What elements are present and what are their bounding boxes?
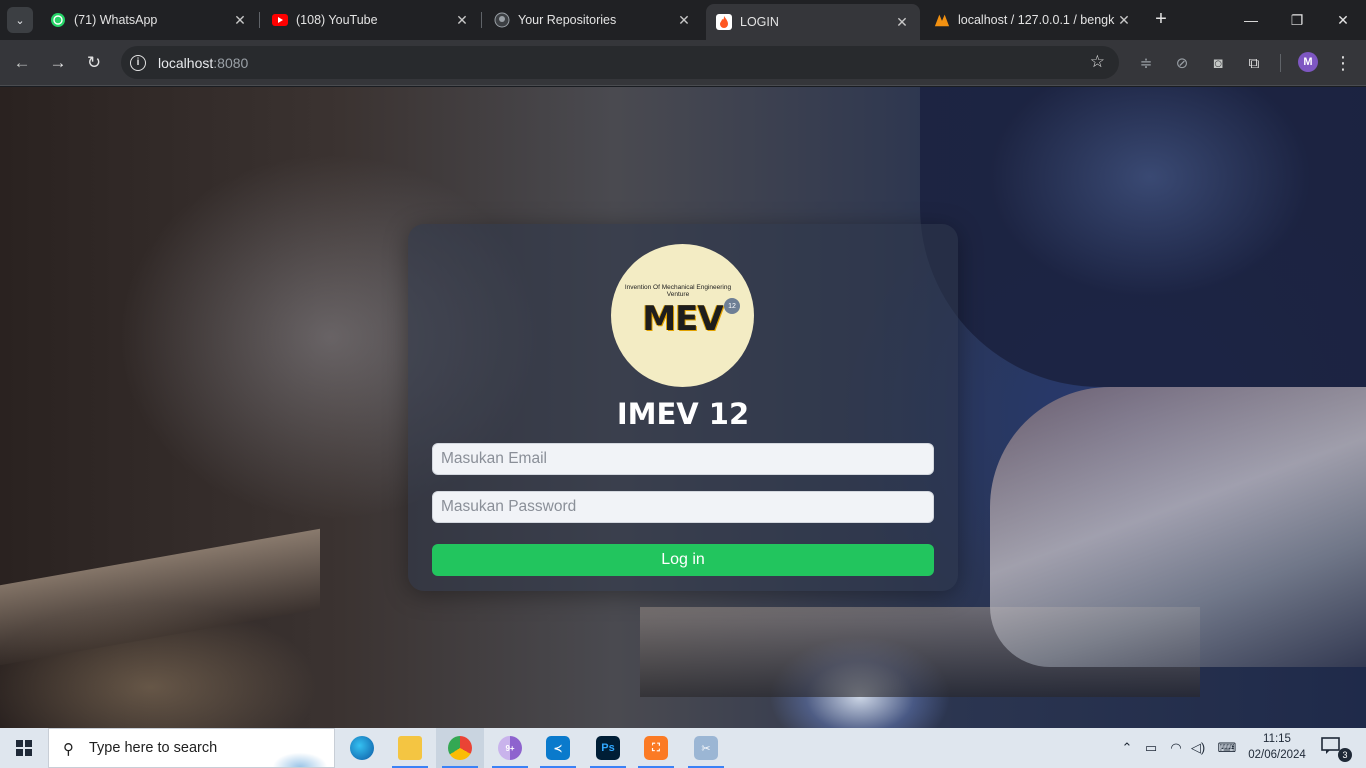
background-welder-helmet <box>920 87 1366 387</box>
tab-title: LOGIN <box>740 15 779 29</box>
close-tab-icon[interactable]: ✕ <box>894 14 910 30</box>
taskbar-search[interactable]: ⚲ Type here to search <box>48 728 335 768</box>
wifi-icon[interactable]: ◠ <box>1166 728 1186 768</box>
notification-count-badge: 3 <box>1338 748 1352 762</box>
close-tab-icon[interactable]: ✕ <box>676 12 692 28</box>
tab-title: (108) YouTube <box>296 13 378 27</box>
page-background: Invention Of Mechanical Engineering Vent… <box>0 87 1366 728</box>
chrome-canary-icon: 9+ <box>498 736 522 760</box>
background-workbench <box>0 528 320 666</box>
tab-repositories[interactable]: Your Repositories ✕ <box>484 4 702 36</box>
keyboard-icon[interactable]: ⌨ <box>1214 728 1240 768</box>
tab-title: Your Repositories <box>518 13 617 27</box>
clock-date: 02/06/2024 <box>1248 749 1306 761</box>
tab-login[interactable]: LOGIN ✕ <box>706 4 920 40</box>
restore-button[interactable]: ❐ <box>1274 0 1320 40</box>
logo-subtitle: Invention Of Mechanical Engineering Vent… <box>624 284 732 298</box>
address-bar[interactable]: i localhost:8080 ☆ <box>121 46 1119 79</box>
taskbar-file-explorer[interactable] <box>386 728 434 768</box>
taskbar-photoshop[interactable]: Ps <box>584 728 632 768</box>
github-icon <box>494 12 510 28</box>
back-button[interactable]: ← <box>8 49 36 77</box>
tab-search-button[interactable]: ⌄ <box>7 7 33 33</box>
xampp-icon: ⛶ <box>644 736 668 760</box>
start-button[interactable] <box>0 728 48 768</box>
vscode-icon: ≺ <box>546 736 570 760</box>
tray-overflow-icon[interactable]: ⌃ <box>1118 728 1136 768</box>
snipping-tool-icon: ✂ <box>694 736 718 760</box>
clock-time: 11:15 <box>1263 733 1291 745</box>
extension-icon[interactable]: ≑ <box>1134 51 1158 75</box>
logo-badge: 12 <box>724 298 740 314</box>
taskbar-vscode[interactable]: ≺ <box>534 728 582 768</box>
flame-icon <box>716 14 732 30</box>
app-badge: 9+ <box>505 743 515 753</box>
taskbar-chrome[interactable] <box>436 728 484 768</box>
site-info-icon[interactable]: i <box>130 54 146 71</box>
reload-button[interactable]: ↻ <box>80 49 108 77</box>
search-icon: ⚲ <box>63 741 74 758</box>
password-field[interactable] <box>432 491 934 523</box>
close-tab-icon[interactable]: ✕ <box>1116 12 1132 28</box>
search-highlight-image <box>260 733 330 767</box>
tab-youtube[interactable]: (108) YouTube ✕ <box>262 4 480 36</box>
new-tab-button[interactable]: + <box>1150 8 1172 30</box>
browser-toolbar: ← → ↻ i localhost:8080 ☆ ≑ ⊘ ◙ ⧉ M ⋮ <box>0 40 1366 86</box>
system-clock[interactable]: 11:15 02/06/2024 <box>1240 731 1314 763</box>
browser-tab-strip: ⌄ (71) WhatsApp ✕ (108) YouTube ✕ Your R… <box>0 0 1366 40</box>
background-welder-arm <box>990 387 1366 667</box>
camera-icon[interactable]: ◙ <box>1206 51 1230 75</box>
url-port: :8080 <box>213 54 249 71</box>
volume-icon[interactable]: ◁) <box>1188 728 1208 768</box>
photoshop-icon: Ps <box>596 736 620 760</box>
puzzle-icon[interactable]: ⧉ <box>1242 51 1266 75</box>
tab-phpmyadmin[interactable]: localhost / 127.0.0.1 / bengk ✕ <box>924 4 1142 36</box>
tab-divider <box>481 12 482 28</box>
minimize-button[interactable]: — <box>1228 0 1274 40</box>
address-url[interactable]: localhost:8080 <box>158 55 248 71</box>
kebab-menu-icon[interactable]: ⋮ <box>1331 51 1355 75</box>
login-card: Invention Of Mechanical Engineering Vent… <box>408 224 958 591</box>
search-placeholder: Type here to search <box>89 740 218 756</box>
taskbar-chrome-canary[interactable]: 9+ <box>486 728 534 768</box>
close-tab-icon[interactable]: ✕ <box>232 12 248 28</box>
url-host: localhost <box>158 54 214 71</box>
youtube-icon <box>272 12 288 28</box>
tab-divider <box>259 12 260 28</box>
folder-icon <box>398 736 422 760</box>
club-logo: Invention Of Mechanical Engineering Vent… <box>611 244 754 387</box>
phpmyadmin-icon <box>934 12 950 28</box>
windows-logo-icon <box>16 740 32 756</box>
taskbar-snipping-tool[interactable]: ✂ <box>682 728 730 768</box>
login-button[interactable]: Log in <box>432 544 934 576</box>
tab-title: (71) WhatsApp <box>74 13 158 27</box>
tab-whatsapp[interactable]: (71) WhatsApp ✕ <box>40 4 258 36</box>
bookmark-star-icon[interactable]: ☆ <box>1090 52 1105 72</box>
login-title: IMEV 12 <box>616 397 750 431</box>
chrome-icon <box>448 736 472 760</box>
taskbar-xampp[interactable]: ⛶ <box>632 728 680 768</box>
edge-icon <box>350 736 374 760</box>
notification-center-button[interactable]: 3 <box>1320 736 1352 762</box>
forward-button[interactable]: → <box>44 49 72 77</box>
battery-icon[interactable]: ▭ <box>1142 728 1160 768</box>
tab-title: localhost / 127.0.0.1 / bengk <box>958 13 1115 27</box>
whatsapp-icon <box>50 12 66 28</box>
email-field[interactable] <box>432 443 934 475</box>
taskbar-edge[interactable] <box>338 728 386 768</box>
toolbar-divider <box>1280 54 1281 72</box>
close-window-button[interactable]: ✕ <box>1320 0 1366 40</box>
profile-avatar[interactable]: M <box>1298 52 1318 72</box>
close-tab-icon[interactable]: ✕ <box>454 12 470 28</box>
logo-text: MEV <box>642 298 723 339</box>
compass-icon[interactable]: ⊘ <box>1170 51 1194 75</box>
windows-taskbar: ⚲ Type here to search 9+ ≺ Ps ⛶ ✂ ⌃ ▭ ◠ … <box>0 728 1366 768</box>
